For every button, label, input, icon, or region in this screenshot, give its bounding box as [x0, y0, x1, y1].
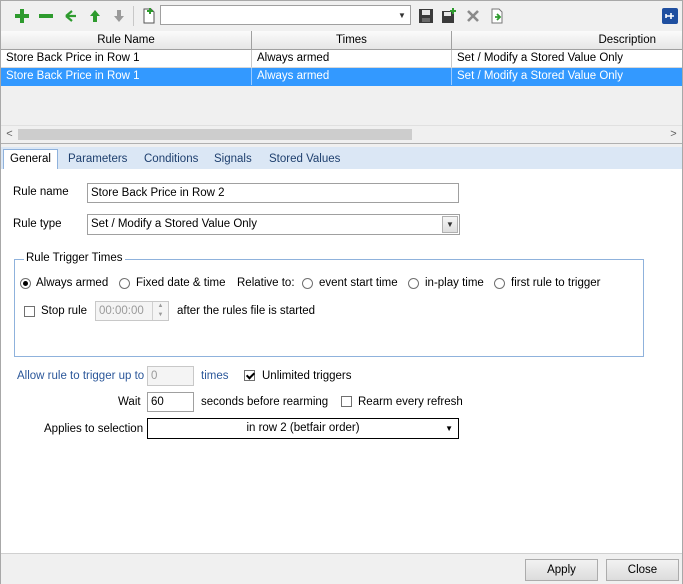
save-button[interactable] — [417, 7, 435, 25]
branch-icon — [65, 10, 76, 22]
rearm-every-refresh-checkbox[interactable] — [341, 396, 352, 407]
rule-type-label: Rule type — [13, 218, 62, 230]
in-play-label: in-play time — [425, 277, 484, 289]
fixed-date-radio[interactable] — [119, 278, 130, 289]
stop-rule-label: Stop rule — [41, 305, 88, 317]
duplicate-rule-button[interactable] — [62, 7, 80, 25]
tab-stored-values[interactable]: Stored Values — [263, 150, 346, 169]
chevron-down-icon: ▼ — [398, 10, 406, 20]
group-title: Rule Trigger Times — [24, 252, 125, 264]
cell-times: Always armed — [252, 68, 452, 85]
stop-rule-checkbox[interactable] — [24, 306, 35, 317]
unlimited-triggers-checkbox[interactable] — [244, 370, 255, 381]
save-as-button[interactable] — [440, 7, 458, 25]
tab-parameters[interactable]: Parameters — [62, 150, 133, 169]
delete-icon — [467, 10, 479, 22]
event-start-radio[interactable] — [302, 278, 313, 289]
tab-conditions[interactable]: Conditions — [138, 150, 204, 169]
move-down-button[interactable] — [110, 7, 128, 25]
close-button[interactable]: Close — [606, 559, 679, 581]
in-play-radio[interactable] — [408, 278, 419, 289]
chevron-down-icon: ▼ — [442, 216, 458, 233]
move-up-button[interactable] — [86, 7, 104, 25]
times-label: times — [201, 370, 229, 382]
cell-description: Set / Modify a Stored Value Only — [457, 70, 623, 82]
rule-name-label: Rule name — [13, 186, 69, 198]
seconds-label: seconds before rearming — [201, 396, 329, 408]
trigger-count-input[interactable]: 0 — [147, 366, 194, 386]
stop-time-value: 00:00:00 — [99, 305, 144, 317]
tab-signals[interactable]: Signals — [208, 150, 258, 169]
rearm-every-refresh-label: Rearm every refresh — [358, 396, 463, 408]
after-started-label: after the rules file is started — [177, 305, 316, 317]
remove-rule-button[interactable] — [37, 7, 55, 25]
relative-to-label: Relative to: — [237, 277, 295, 289]
wait-seconds-input[interactable]: 60 — [147, 392, 194, 412]
scrollbar-thumb[interactable] — [18, 129, 412, 140]
cell-rule-name: Store Back Price in Row 1 — [1, 50, 252, 67]
grid-header: Rule Name Times Description — [1, 31, 682, 50]
column-header-times[interactable]: Times — [252, 31, 452, 49]
arrow-up-icon — [90, 10, 100, 22]
rules-file-combo[interactable]: ▼ — [160, 5, 411, 25]
applies-to-selection-select[interactable]: in row 2 (betfair order) ▼ — [147, 418, 459, 439]
rule-name-input[interactable]: Store Back Price in Row 2 — [87, 183, 459, 203]
table-row[interactable]: Store Back Price in Row 1 Always armed S… — [1, 50, 682, 68]
save-as-icon — [442, 8, 456, 23]
table-row-selected[interactable]: Store Back Price in Row 1 Always armed S… — [1, 68, 682, 86]
button-bar: Apply Close — [1, 553, 682, 584]
first-rule-label: first rule to trigger — [511, 277, 601, 289]
pin-icon — [665, 13, 674, 19]
delete-button[interactable] — [464, 7, 482, 25]
scroll-right-arrow[interactable]: > — [665, 126, 682, 143]
rule-type-value: Set / Modify a Stored Value Only — [91, 218, 257, 230]
chevron-down-icon: ▼ — [445, 424, 453, 433]
pin-button[interactable] — [662, 8, 678, 24]
scroll-left-arrow[interactable]: < — [1, 126, 18, 143]
new-file-icon — [143, 8, 155, 24]
general-panel: Rule name Store Back Price in Row 2 Rule… — [1, 169, 682, 553]
rules-grid: Rule Name Times Description Store Back P… — [1, 31, 682, 144]
rule-type-select[interactable]: Set / Modify a Stored Value Only ▼ — [87, 214, 460, 235]
tab-general[interactable]: General — [3, 149, 58, 170]
column-header-rule-name[interactable]: Rule Name — [1, 31, 252, 49]
wait-label: Wait — [118, 396, 141, 408]
export-button[interactable] — [488, 7, 506, 25]
always-armed-radio[interactable] — [20, 278, 31, 289]
arrow-down-icon — [114, 10, 124, 22]
toolbar: ▼ — [1, 1, 682, 32]
first-rule-radio[interactable] — [494, 278, 505, 289]
rule-trigger-times-group: Rule Trigger Times Always armed Fixed da… — [14, 252, 644, 357]
always-armed-label: Always armed — [36, 277, 109, 289]
column-header-description[interactable]: Description — [452, 31, 682, 49]
fixed-date-label: Fixed date & time — [136, 277, 226, 289]
add-rule-button[interactable] — [13, 7, 31, 25]
horizontal-scrollbar[interactable]: < > — [1, 125, 682, 143]
new-file-button[interactable] — [140, 7, 158, 25]
applies-to-selection-label: Applies to selection — [44, 423, 144, 435]
applies-to-selection-value: in row 2 (betfair order) — [246, 422, 360, 434]
unlimited-triggers-label: Unlimited triggers — [262, 370, 352, 382]
apply-button[interactable]: Apply — [525, 559, 598, 581]
event-start-label: event start time — [319, 277, 398, 289]
tab-strip: General Parameters Conditions Signals St… — [1, 147, 682, 170]
spin-arrows-icon: ▲ ▼ — [152, 302, 168, 320]
minus-icon — [39, 14, 53, 18]
cell-description: Set / Modify a Stored Value Only — [457, 52, 623, 64]
stop-time-stepper[interactable]: 00:00:00 ▲ ▼ — [95, 301, 169, 321]
allow-trigger-label: Allow rule to trigger up to — [17, 370, 145, 382]
save-icon — [419, 9, 433, 23]
toolbar-separator — [133, 6, 134, 26]
cell-times: Always armed — [252, 50, 452, 67]
export-icon — [491, 8, 503, 24]
rule-editor-window: ▼ Rule Name Times Description Store Back… — [0, 0, 683, 584]
cell-rule-name: Store Back Price in Row 1 — [1, 68, 252, 85]
plus-icon — [15, 9, 29, 23]
